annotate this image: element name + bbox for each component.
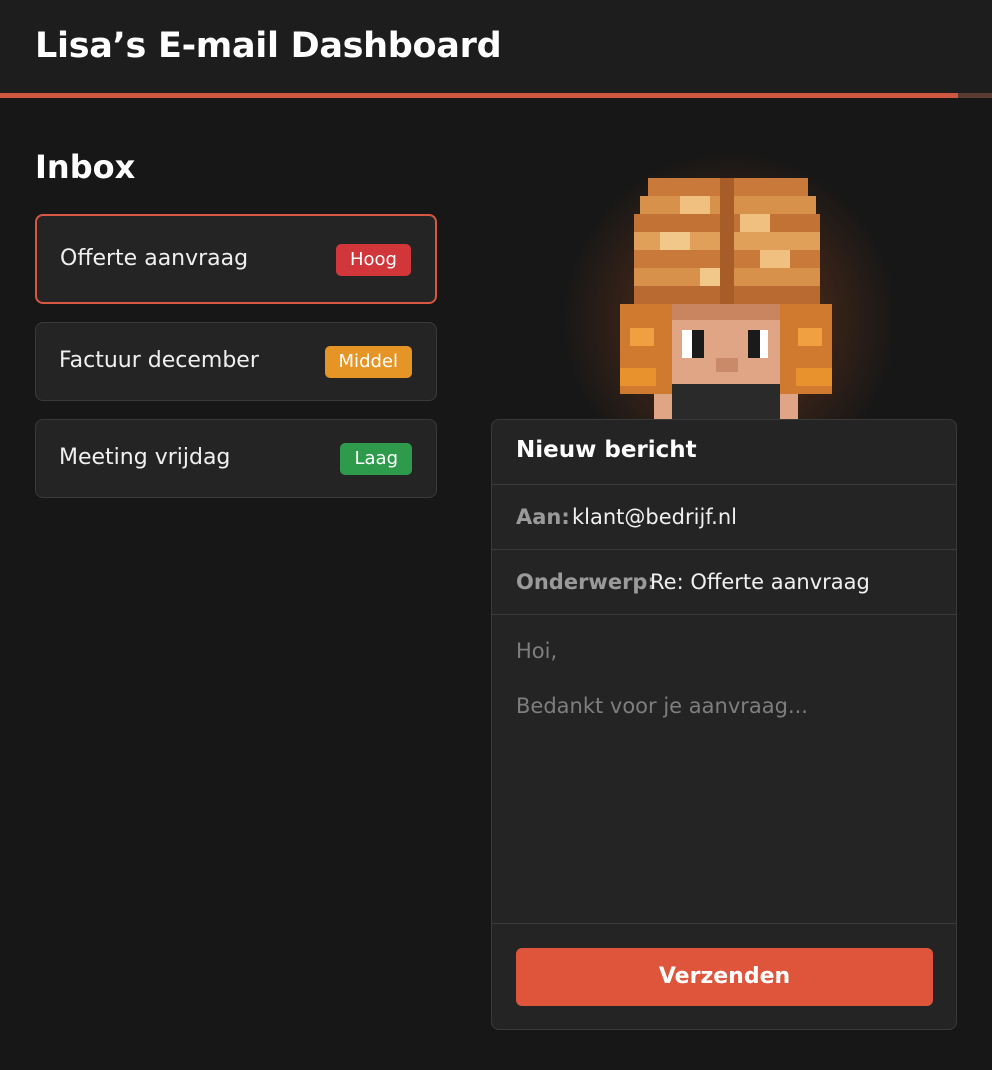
email-subject: Offerte aanvraag	[60, 246, 249, 271]
priority-badge-high: Hoog	[336, 244, 411, 276]
app-title: Lisa’s E-mail Dashboard	[35, 26, 502, 66]
header-accent-bar-end	[958, 93, 992, 98]
email-item-offerte[interactable]: Offerte aanvraag Hoog	[35, 214, 437, 304]
to-value[interactable]: klant@bedrijf.nl	[572, 505, 737, 529]
to-field[interactable]: Aan: klant@bedrijf.nl	[492, 485, 956, 550]
email-item-factuur[interactable]: Factuur december Middel	[35, 322, 437, 401]
priority-badge-medium: Middel	[324, 346, 412, 378]
compose-panel: Nieuw bericht Aan: klant@bedrijf.nl Onde…	[491, 419, 957, 1030]
priority-badge-low: Laag	[340, 443, 412, 475]
body-line-text: Bedankt voor je aanvraag...	[516, 694, 808, 718]
send-button[interactable]: Verzenden	[516, 948, 933, 1006]
body-line-greeting: Hoi,	[516, 639, 558, 663]
compose-header: Nieuw bericht	[492, 420, 956, 485]
subject-label: Onderwerp:	[516, 570, 656, 594]
pixel-avatar-icon	[620, 178, 832, 423]
header-accent-bar	[0, 93, 958, 98]
email-subject: Meeting vrijdag	[59, 445, 231, 470]
message-body[interactable]: Hoi, Bedankt voor je aanvraag...	[492, 615, 956, 924]
inbox-title: Inbox	[35, 148, 136, 186]
to-label: Aan:	[516, 505, 570, 529]
compose-title: Nieuw bericht	[516, 437, 697, 463]
subject-field[interactable]: Onderwerp: Re: Offerte aanvraag	[492, 550, 956, 615]
email-subject: Factuur december	[59, 348, 259, 373]
app-header: Lisa’s E-mail Dashboard	[0, 0, 992, 98]
subject-value[interactable]: Re: Offerte aanvraag	[650, 570, 870, 594]
email-item-meeting[interactable]: Meeting vrijdag Laag	[35, 419, 437, 498]
